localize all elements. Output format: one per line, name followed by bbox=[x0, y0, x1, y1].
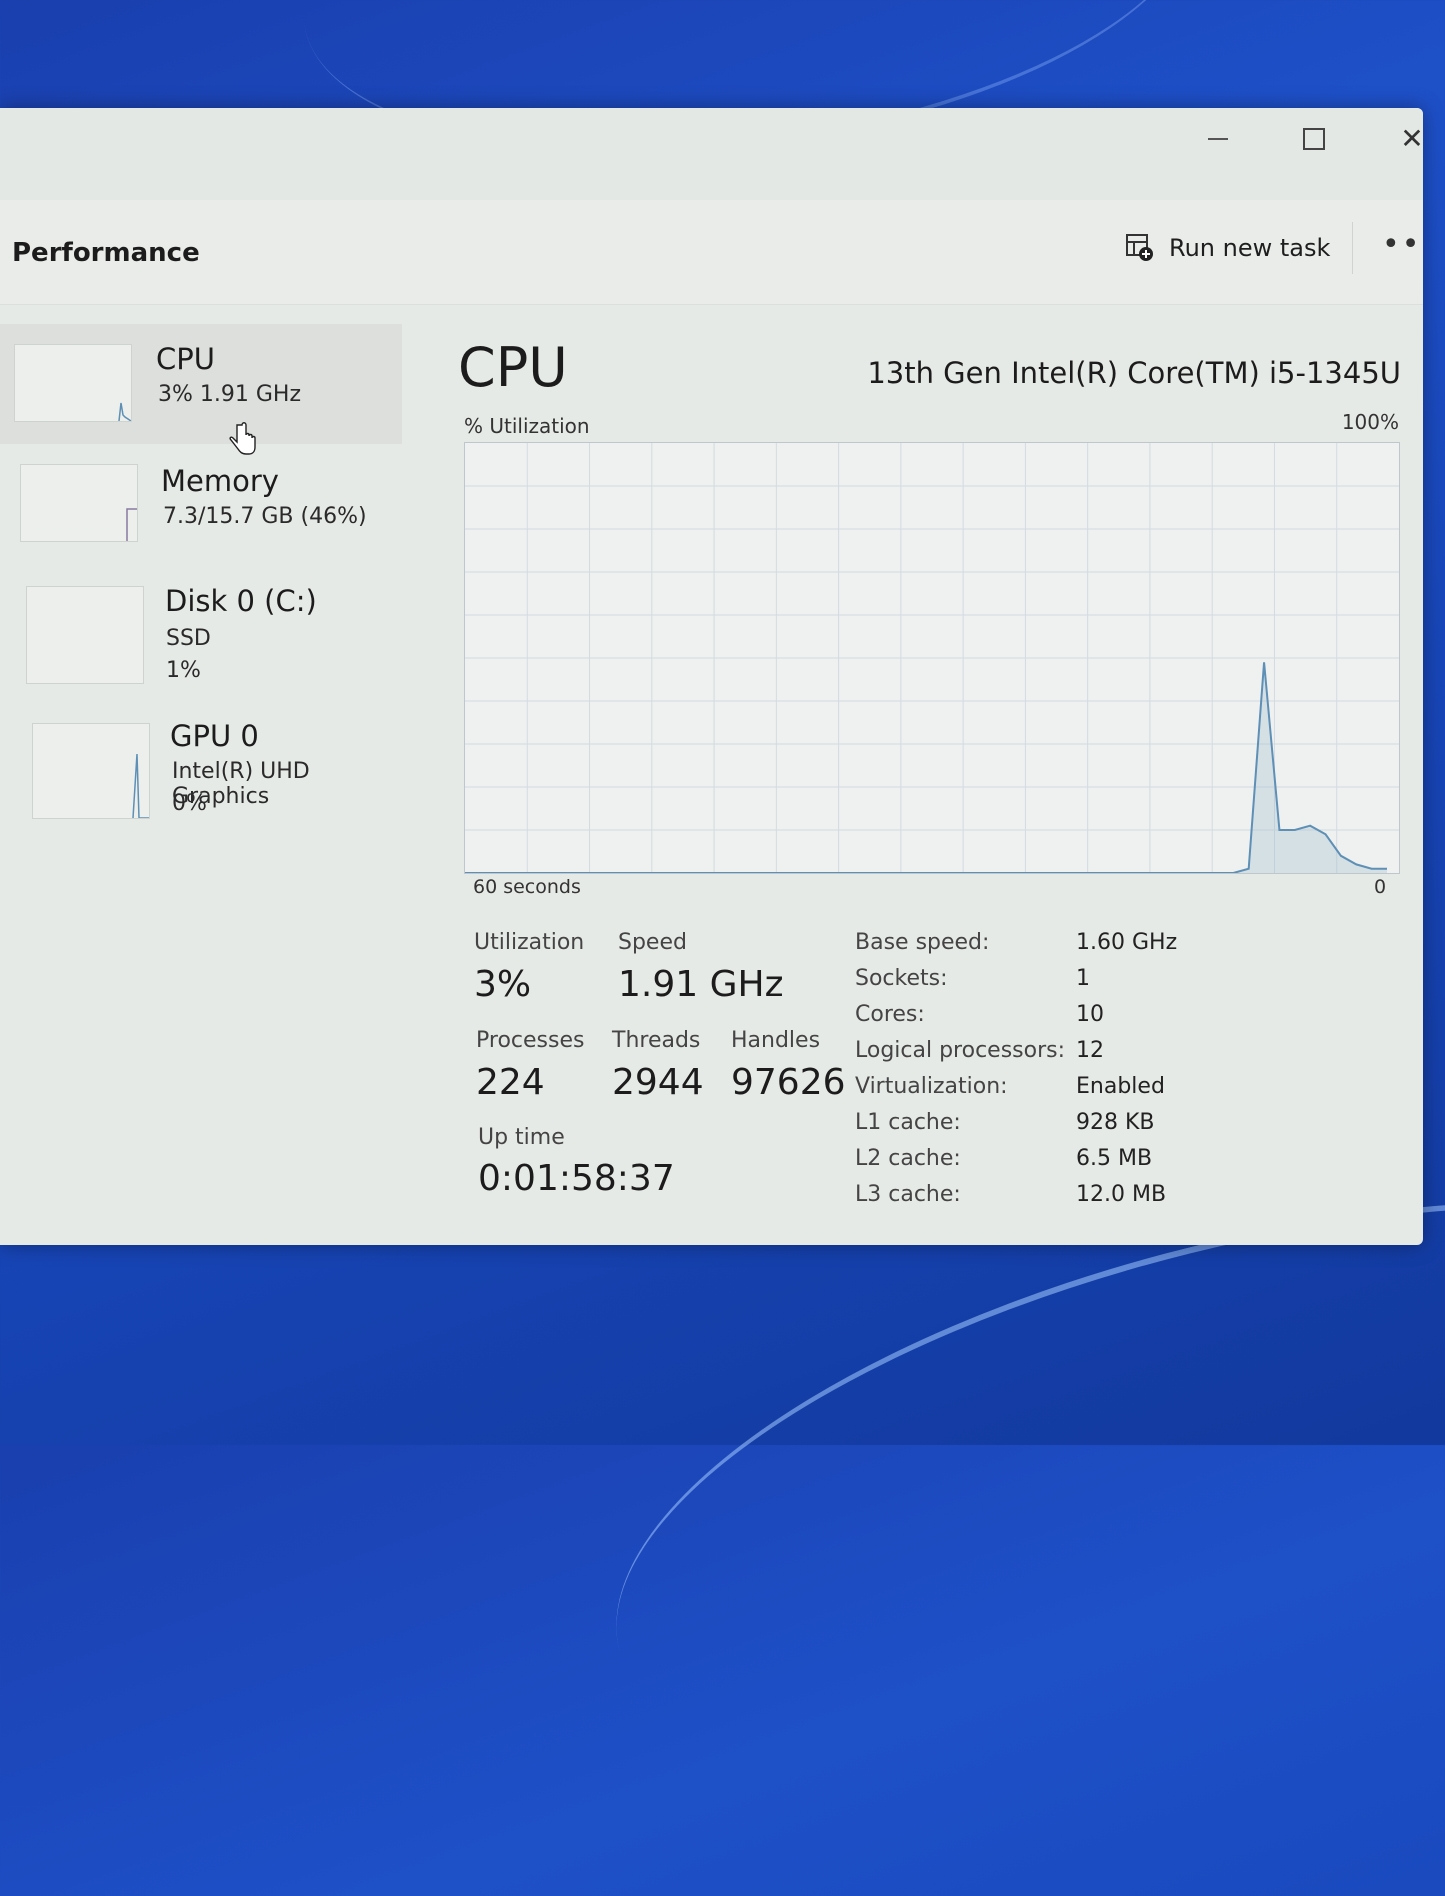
task-manager-window: ✕ Performance Run new task ••• bbox=[0, 108, 1423, 1245]
close-button[interactable]: ✕ bbox=[1382, 114, 1423, 164]
more-options-button[interactable]: ••• bbox=[1382, 230, 1423, 260]
spec-value: 1 bbox=[1076, 966, 1090, 991]
spec-value: 928 KB bbox=[1076, 1110, 1155, 1135]
threads-value: 2944 bbox=[612, 1062, 704, 1103]
sidebar-item-label: GPU 0 bbox=[170, 719, 259, 753]
sidebar-item-detail: 7.3/15.7 GB (46%) bbox=[163, 504, 367, 529]
page-header: Performance Run new task ••• bbox=[0, 200, 1423, 305]
handles-value: 97626 bbox=[731, 1062, 846, 1103]
sidebar-item-label: Memory bbox=[161, 464, 279, 498]
spec-key: Virtualization: bbox=[855, 1074, 1008, 1099]
sidebar-item-value: 1% bbox=[166, 658, 201, 683]
spec-value: Enabled bbox=[1076, 1074, 1165, 1099]
resource-list: CPU 3% 1.91 GHz Memory 7.3/15.7 GB (46%)… bbox=[0, 304, 420, 1245]
sidebar-item-label: CPU bbox=[156, 342, 215, 376]
cpu-utilization-graph bbox=[464, 442, 1400, 874]
spec-key: Base speed: bbox=[855, 930, 990, 955]
page-title: Performance bbox=[12, 238, 200, 268]
spec-key: Sockets: bbox=[855, 966, 948, 991]
hand-cursor-icon bbox=[229, 422, 256, 455]
run-new-task-button[interactable]: Run new task bbox=[1125, 228, 1330, 268]
sidebar-item-detail: SSD bbox=[166, 626, 211, 651]
close-icon: ✕ bbox=[1400, 122, 1423, 155]
spec-value: 6.5 MB bbox=[1076, 1146, 1153, 1171]
memory-sparkline-icon bbox=[20, 464, 138, 542]
sidebar-item-memory[interactable]: Memory 7.3/15.7 GB (46%) bbox=[0, 444, 402, 564]
cpu-model-name: 13th Gen Intel(R) Core(TM) i5-1345U bbox=[867, 356, 1401, 390]
sidebar-item-label: Disk 0 (C:) bbox=[165, 584, 317, 618]
spec-value: 12 bbox=[1076, 1038, 1104, 1063]
spec-key: L1 cache: bbox=[855, 1110, 961, 1135]
cpu-sparkline-icon bbox=[14, 344, 132, 422]
sidebar-item-detail: 3% 1.91 GHz bbox=[158, 382, 302, 407]
sidebar-item-value: 0% bbox=[172, 791, 207, 816]
speed-label: Speed bbox=[618, 930, 687, 955]
minimize-icon bbox=[1208, 138, 1228, 140]
header-divider bbox=[1352, 222, 1353, 274]
maximize-button[interactable] bbox=[1284, 114, 1344, 164]
spec-value: 10 bbox=[1076, 1002, 1104, 1027]
run-task-icon bbox=[1125, 233, 1155, 263]
sidebar-item-gpu[interactable]: GPU 0 Intel(R) UHD Graphics 0% bbox=[0, 699, 402, 819]
processes-label: Processes bbox=[476, 1028, 585, 1053]
uptime-label: Up time bbox=[478, 1125, 565, 1150]
spec-value: 1.60 GHz bbox=[1076, 930, 1178, 955]
sidebar-item-cpu[interactable]: CPU 3% 1.91 GHz bbox=[0, 324, 402, 444]
run-new-task-label: Run new task bbox=[1169, 234, 1331, 262]
cpu-heading: CPU bbox=[458, 336, 568, 399]
cpu-usage-area bbox=[465, 662, 1387, 873]
sidebar-item-disk[interactable]: Disk 0 (C:) SSD 1% bbox=[0, 564, 402, 684]
processes-value: 224 bbox=[476, 1062, 545, 1103]
spec-key: L2 cache: bbox=[855, 1146, 961, 1171]
uptime-value: 0:01:58:37 bbox=[478, 1158, 675, 1199]
cpu-graph-svg bbox=[465, 443, 1399, 873]
disk-sparkline-icon bbox=[26, 586, 144, 684]
spec-key: Cores: bbox=[855, 1002, 925, 1027]
utilization-label: Utilization bbox=[474, 930, 585, 955]
cpu-details-panel: CPU 13th Gen Intel(R) Core(TM) i5-1345U … bbox=[440, 304, 1423, 1245]
title-bar[interactable]: ✕ bbox=[0, 108, 1423, 200]
utilization-axis-label: % Utilization bbox=[464, 414, 590, 438]
spec-key: L3 cache: bbox=[855, 1182, 961, 1207]
gpu-sparkline-icon bbox=[32, 723, 150, 819]
spec-key: Logical processors: bbox=[855, 1038, 1066, 1063]
utilization-value: 3% bbox=[474, 964, 532, 1005]
speed-value: 1.91 GHz bbox=[618, 964, 784, 1005]
min-axis-label: 0 bbox=[1374, 876, 1387, 898]
max-axis-label: 100% bbox=[1341, 410, 1399, 434]
handles-label: Handles bbox=[731, 1028, 821, 1053]
time-axis-label: 60 seconds bbox=[473, 876, 581, 898]
minimize-button[interactable] bbox=[1188, 114, 1248, 164]
cpu-usage-line bbox=[465, 662, 1387, 873]
maximize-icon bbox=[1303, 128, 1325, 150]
spec-value: 12.0 MB bbox=[1076, 1182, 1167, 1207]
threads-label: Threads bbox=[612, 1028, 701, 1053]
